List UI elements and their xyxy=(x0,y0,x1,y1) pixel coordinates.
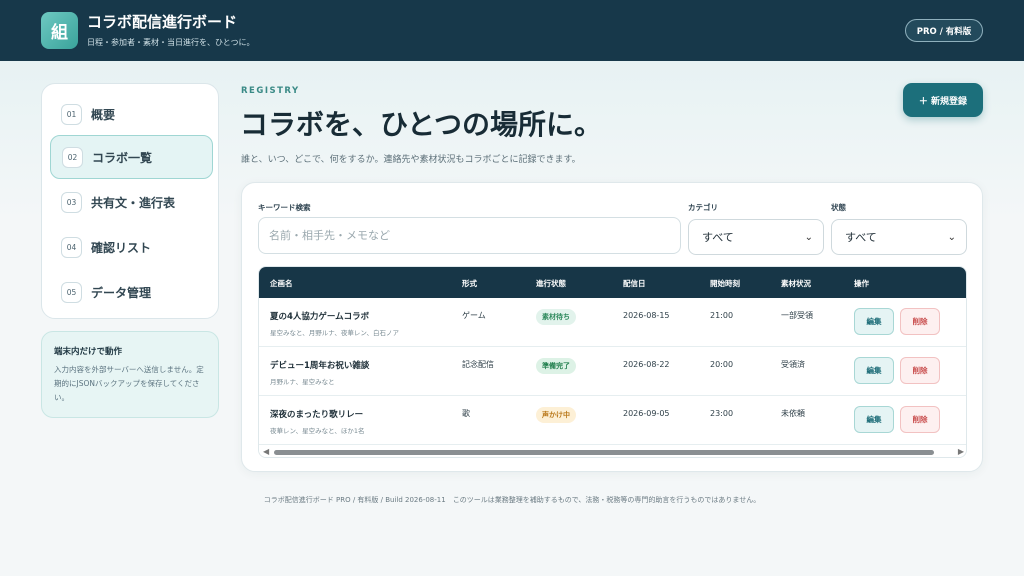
scroll-left-icon[interactable]: ◀ xyxy=(263,447,269,456)
row-material: 受領済 xyxy=(781,360,805,369)
row-members: 星空みなと、月野ルナ、夜華レン、白石ノア xyxy=(270,329,400,337)
delete-button[interactable]: 削除 xyxy=(900,357,940,384)
keyword-label: キーワード検索 xyxy=(258,203,311,212)
page-title: コラボを、ひとつの場所に。 xyxy=(240,108,603,141)
column-header: 素材状況 xyxy=(781,279,811,288)
local-only-notice: 端末内だけで動作 入力内容を外部サーバーへ送信しません。定期的にJSONバックア… xyxy=(41,331,219,418)
row-members: 夜華レン、星空みなと、ほか1名 xyxy=(270,427,365,435)
table-row[interactable]: 夏の4人協力ゲームコラボ 星空みなと、月野ルナ、夜華レン、白石ノア ゲーム 素材… xyxy=(259,298,966,347)
sidebar-item-checklist[interactable]: 04 確認リスト xyxy=(50,225,213,269)
chevron-down-icon: ⌄ xyxy=(804,231,813,243)
sidebar-item-label: 概要 xyxy=(91,107,116,122)
column-header: 進行状態 xyxy=(536,279,566,288)
row-format: 記念配信 xyxy=(462,360,494,369)
status-badge: 素材待ち xyxy=(536,309,576,325)
row-members: 月野ルナ、星空みなと xyxy=(270,378,335,386)
collab-table: 企画名 形式 進行状態 配信日 開始時刻 素材状況 操作 夏の4人協力ゲームコラ… xyxy=(258,266,967,458)
sidebar-item-data-management[interactable]: 05 データ管理 xyxy=(50,270,213,314)
sidebar-item-label: データ管理 xyxy=(91,285,152,300)
app-logo: 組 xyxy=(41,12,78,49)
table-row[interactable]: デビュー1周年お祝い雑談 月野ルナ、星空みなと 記念配信 準備完了 2026-0… xyxy=(259,347,966,396)
section-eyebrow: REGISTRY xyxy=(241,86,300,96)
footer-text: コラボ配信進行ボード PRO / 有料版 / Build 2026-08-11 … xyxy=(263,496,761,504)
row-date: 2026-08-22 xyxy=(623,360,670,369)
app-title: コラボ配信進行ボード xyxy=(87,13,238,31)
row-title: デビュー1周年お祝い雑談 xyxy=(270,361,370,371)
category-label: カテゴリ xyxy=(688,203,718,212)
column-header: 形式 xyxy=(462,279,477,288)
sidebar-nav: 01 概要 02 コラボ一覧 03 共有文・進行表 04 確認リスト 05 デー… xyxy=(41,83,219,319)
table-row[interactable]: 深夜のまったり歌リレー 夜華レン、星空みなと、ほか1名 歌 声かけ中 2026-… xyxy=(259,396,966,445)
edit-button[interactable]: 編集 xyxy=(854,308,894,335)
status-badge: 声かけ中 xyxy=(536,407,576,423)
row-date: 2026-08-15 xyxy=(623,311,670,320)
nav-number: 01 xyxy=(61,103,82,125)
row-format: ゲーム xyxy=(462,311,486,320)
row-time: 20:00 xyxy=(710,360,734,369)
scrollbar-thumb[interactable] xyxy=(274,450,934,455)
row-material: 未依頼 xyxy=(781,409,805,418)
column-header: 企画名 xyxy=(270,279,293,288)
table-header: 企画名 形式 進行状態 配信日 開始時刻 素材状況 操作 xyxy=(259,267,966,298)
row-format: 歌 xyxy=(462,409,470,418)
row-material: 一部受領 xyxy=(781,311,813,320)
delete-button[interactable]: 削除 xyxy=(900,406,940,433)
row-title: 深夜のまったり歌リレー xyxy=(270,410,364,420)
row-time: 21:00 xyxy=(710,311,734,320)
sidebar-item-overview[interactable]: 01 概要 xyxy=(50,92,213,136)
row-date: 2026-09-05 xyxy=(623,409,670,418)
column-header: 配信日 xyxy=(623,279,646,288)
sidebar-item-label: コラボ一覧 xyxy=(92,150,153,165)
status-select-value: すべて xyxy=(845,231,877,244)
sidebar-item-label: 共有文・進行表 xyxy=(91,195,176,210)
sidebar-item-shared-text[interactable]: 03 共有文・進行表 xyxy=(50,180,213,224)
nav-number: 05 xyxy=(61,281,82,303)
plan-badge: PRO / 有料版 xyxy=(905,19,983,42)
nav-number: 04 xyxy=(61,236,82,258)
edit-button[interactable]: 編集 xyxy=(854,406,894,433)
new-registration-button[interactable]: ＋ 新規登録 xyxy=(903,83,983,117)
category-select-value: すべて xyxy=(702,231,734,244)
status-label: 状態 xyxy=(831,203,846,212)
category-select[interactable]: すべて ⌄ xyxy=(688,219,824,255)
status-badge: 準備完了 xyxy=(536,358,576,374)
delete-button[interactable]: 削除 xyxy=(900,308,940,335)
column-header: 操作 xyxy=(854,279,869,288)
scroll-right-icon[interactable]: ▶ xyxy=(958,447,964,456)
nav-number: 02 xyxy=(62,146,83,168)
notice-body: 入力内容を外部サーバーへ送信しません。定期的にJSONバックアップを保存してくだ… xyxy=(54,365,204,402)
sidebar-item-label: 確認リスト xyxy=(91,240,152,255)
nav-number: 03 xyxy=(61,191,82,213)
row-time: 23:00 xyxy=(710,409,734,418)
app-header: 組 コラボ配信進行ボード 日程・参加者・素材・当日進行を、ひとつに。 PRO /… xyxy=(0,0,1024,61)
edit-button[interactable]: 編集 xyxy=(854,357,894,384)
notice-title: 端末内だけで動作 xyxy=(54,347,123,357)
app-subtitle: 日程・参加者・素材・当日進行を、ひとつに。 xyxy=(87,38,255,47)
keyword-search-input[interactable] xyxy=(258,217,681,254)
status-select[interactable]: すべて ⌄ xyxy=(831,219,967,255)
column-header: 開始時刻 xyxy=(710,279,740,288)
collab-list-panel: キーワード検索 カテゴリ すべて ⌄ 状態 すべて ⌄ 企画名 形式 進行状態 … xyxy=(241,182,983,472)
row-title: 夏の4人協力ゲームコラボ xyxy=(270,312,370,322)
sidebar-item-collab-list[interactable]: 02 コラボ一覧 xyxy=(50,135,213,179)
horizontal-scrollbar[interactable]: ◀ ▶ xyxy=(259,445,966,457)
page-description: 誰と、いつ、どこで、何をするか。連絡先や素材状況もコラボごとに記録できます。 xyxy=(241,155,581,165)
chevron-down-icon: ⌄ xyxy=(947,231,956,243)
